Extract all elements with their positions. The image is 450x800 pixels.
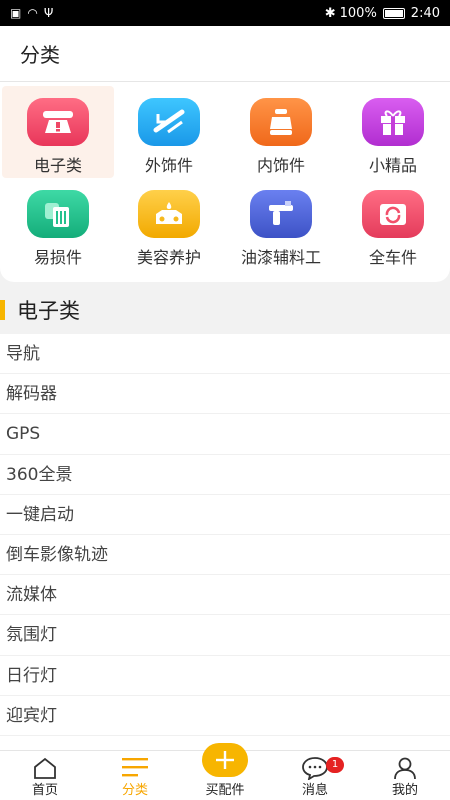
category-label: 全车件 [368, 248, 417, 267]
exterior-icon [138, 98, 200, 146]
electronics-icon [27, 98, 89, 146]
status-right: ✱ 100% 2:40 [325, 6, 440, 21]
home-icon [32, 756, 58, 784]
sim-icon: ▣ [10, 6, 22, 20]
message-icon [301, 756, 329, 784]
category-car-care[interactable]: 美容养护 [113, 178, 225, 270]
tab-category[interactable]: 分类 [90, 751, 180, 800]
clock: 2:40 [410, 5, 440, 21]
spray-gun-icon [250, 190, 312, 238]
plus-icon[interactable] [202, 743, 248, 777]
subcategory-list: 导航 解码器 GPS 360全景 一键启动 倒车影像轨迹 流媒体 氛围灯 日行灯… [0, 334, 450, 750]
list-item[interactable]: 导航 [0, 334, 450, 375]
user-icon [392, 756, 418, 784]
bluetooth-icon: ✱ [324, 5, 336, 21]
tab-profile[interactable]: 我的 [360, 751, 450, 800]
category-boutique[interactable]: 小精品 [337, 86, 449, 178]
category-label: 美容养护 [136, 248, 201, 267]
wifi-icon: ◠ [27, 6, 38, 20]
list-item[interactable]: 360全景 [0, 455, 450, 495]
category-interior[interactable]: 内饰件 [225, 86, 337, 178]
gift-icon [362, 98, 424, 146]
usb-icon: Ψ [43, 6, 54, 20]
refresh-box-icon [362, 190, 424, 238]
section-header: 电子类 [0, 287, 450, 333]
category-wear-parts[interactable]: 易损件 [2, 178, 114, 270]
header: 分类 [0, 26, 450, 82]
list-item[interactable]: 解码器 [0, 374, 450, 415]
trash-bin-icon [27, 190, 89, 238]
category-label: 小精品 [368, 156, 417, 175]
category-exterior[interactable]: 外饰件 [113, 86, 225, 178]
category-panel: 电子类 外饰件 内饰件 小精品 易损件 美容养护 油漆辅料工 全车件 [0, 82, 450, 282]
list-item[interactable]: 氛围灯 [0, 615, 450, 656]
tab-buy-parts[interactable]: 买配件 [180, 743, 270, 800]
car-seat-icon [250, 98, 312, 146]
category-label: 电子类 [33, 156, 82, 175]
battery-icon [382, 7, 405, 19]
list-item[interactable]: 日行灯 [0, 656, 450, 696]
battery-percent: 100% [339, 5, 377, 21]
list-item[interactable]: 倒车影像轨迹 [0, 535, 450, 576]
category-paint[interactable]: 油漆辅料工 [225, 178, 337, 270]
list-item[interactable]: 流媒体 [0, 575, 450, 616]
tab-messages[interactable]: 1 消息 [270, 751, 360, 800]
category-label: 易损件 [33, 248, 82, 267]
category-label: 油漆辅料工 [240, 248, 321, 267]
page-title: 分类 [20, 43, 60, 67]
status-left: ▣ ◠ Ψ [10, 6, 53, 20]
message-badge: 1 [326, 757, 344, 773]
section-accent-bar [0, 300, 5, 320]
section-title: 电子类 [17, 299, 80, 323]
category-whole-car[interactable]: 全车件 [337, 178, 449, 270]
category-electronics[interactable]: 电子类 [2, 86, 114, 178]
menu-icon [121, 756, 149, 782]
tab-label: 买配件 [205, 783, 245, 798]
list-item[interactable]: GPS [0, 414, 450, 455]
list-item[interactable]: 迎宾灯 [0, 696, 450, 736]
status-bar: ▣ ◠ Ψ ✱ 100% 2:40 [0, 0, 450, 26]
category-label: 外饰件 [144, 156, 193, 175]
car-wash-icon [138, 190, 200, 238]
bottom-tab-bar: 首页 分类 买配件 1 消息 我的 [0, 743, 450, 800]
tab-home[interactable]: 首页 [0, 751, 90, 800]
category-label: 内饰件 [256, 156, 305, 175]
list-item[interactable]: 一键启动 [0, 495, 450, 535]
